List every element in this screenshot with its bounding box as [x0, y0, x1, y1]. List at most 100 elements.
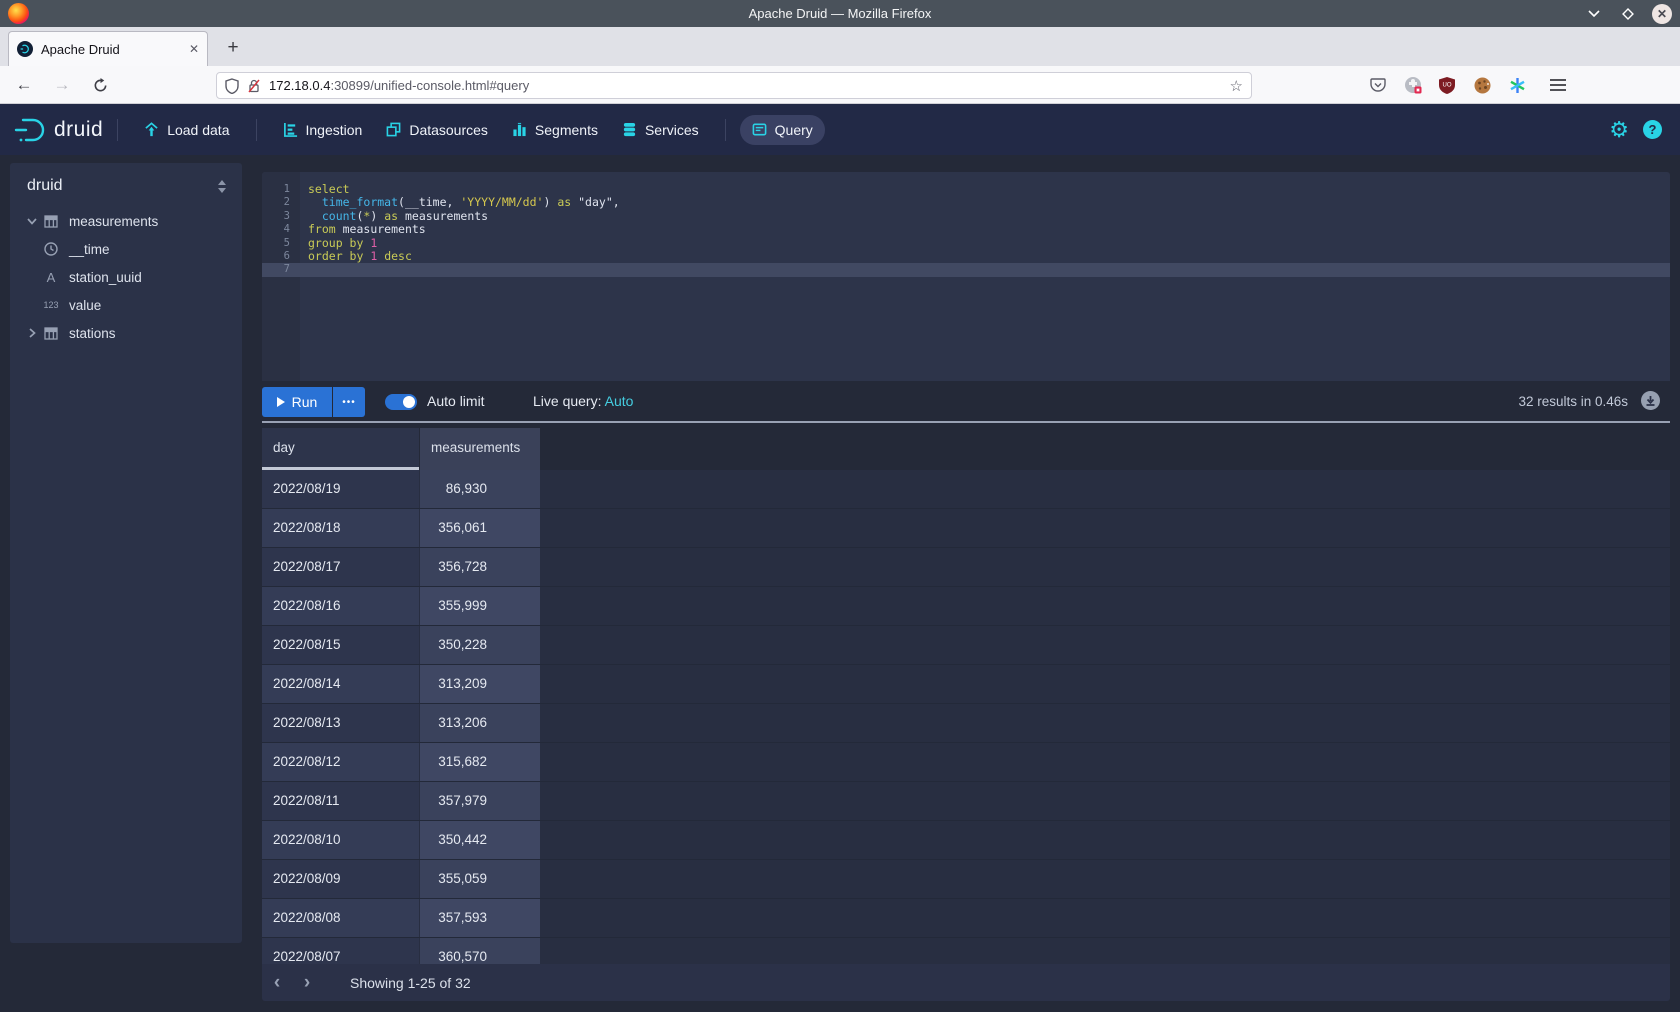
nav-segments[interactable]: Segments — [500, 115, 610, 145]
cell-day[interactable]: 2022/08/12 — [262, 743, 419, 781]
ublock-icon[interactable]: UO — [1433, 71, 1461, 99]
nav-ingestion[interactable]: Ingestion — [271, 115, 375, 145]
cell-measurements[interactable]: 356,728 — [420, 548, 540, 586]
prev-page-icon[interactable]: ‹ — [262, 972, 292, 994]
cell-day[interactable]: 2022/08/18 — [262, 509, 419, 547]
browser-tab[interactable]: Apache Druid ✕ — [8, 31, 208, 66]
cell-day[interactable]: 2022/08/13 — [262, 704, 419, 742]
tree-item-time[interactable]: __time — [10, 235, 242, 263]
url-bar[interactable]: 172.18.0.4:30899/unified-console.html#qu… — [216, 72, 1252, 99]
extension-icon[interactable] — [1399, 71, 1427, 99]
run-button[interactable]: Run — [262, 387, 332, 417]
bookmark-star-icon[interactable]: ☆ — [1230, 77, 1243, 95]
sort-icon[interactable] — [218, 180, 226, 193]
cell-measurements[interactable]: 313,209 — [420, 665, 540, 703]
cell-day[interactable]: 2022/08/17 — [262, 548, 419, 586]
table-row[interactable]: 2022/08/10350,442 — [262, 821, 1670, 860]
table-row[interactable]: 2022/08/17356,728 — [262, 548, 1670, 587]
window-titlebar: Apache Druid — Mozilla Firefox ✕ — [0, 0, 1680, 27]
window-minimize-button[interactable] — [1584, 4, 1604, 24]
shield-icon[interactable] — [225, 78, 239, 94]
tree-item-measurements[interactable]: measurements — [10, 207, 242, 235]
window-close-button[interactable]: ✕ — [1652, 4, 1672, 24]
cell-day[interactable]: 2022/08/14 — [262, 665, 419, 703]
segments-icon — [512, 122, 527, 137]
new-tab-button[interactable]: + — [218, 33, 248, 63]
table-row[interactable]: 2022/08/08357,593 — [262, 899, 1670, 938]
cell-measurements[interactable]: 356,061 — [420, 509, 540, 547]
auto-limit-toggle[interactable] — [385, 394, 417, 410]
cell-day[interactable]: 2022/08/09 — [262, 860, 419, 898]
cell-day[interactable]: 2022/08/11 — [262, 782, 419, 820]
chevron-down-icon[interactable] — [22, 218, 42, 225]
reload-button[interactable] — [86, 66, 114, 104]
code-line: count(*) as measurements — [300, 210, 1670, 223]
table-row[interactable]: 2022/08/18356,061 — [262, 509, 1670, 548]
sql-editor[interactable]: 1234567 select time_format(__time, 'YYYY… — [262, 172, 1670, 381]
druid-header: druid Load data Ingestion Datasources Se… — [0, 104, 1680, 155]
table-row[interactable]: 2022/08/13313,206 — [262, 704, 1670, 743]
cell-measurements[interactable]: 355,999 — [420, 587, 540, 625]
table-row[interactable]: 2022/08/11357,979 — [262, 782, 1670, 821]
cell-measurements[interactable]: 315,682 — [420, 743, 540, 781]
cell-measurements[interactable]: 360,570 — [420, 938, 540, 964]
cookie-icon[interactable] — [1468, 71, 1496, 99]
back-button[interactable]: ← — [10, 66, 38, 104]
cell-day[interactable]: 2022/08/10 — [262, 821, 419, 859]
table-icon — [42, 327, 60, 340]
nav-label: Query — [775, 122, 813, 138]
splitter-divider[interactable] — [262, 421, 1670, 423]
table-row[interactable]: 2022/08/07360,570 — [262, 938, 1670, 964]
pocket-icon[interactable] — [1364, 71, 1392, 99]
column-header-measurements[interactable]: measurements — [420, 428, 540, 470]
cell-day[interactable]: 2022/08/08 — [262, 899, 419, 937]
browser-tabstrip: Apache Druid ✕ + — [0, 27, 1680, 66]
cell-measurements[interactable]: 350,442 — [420, 821, 540, 859]
help-icon[interactable]: ? — [1643, 120, 1662, 139]
tree-item-station-uuid[interactable]: A station_uuid — [10, 263, 242, 291]
run-more-button[interactable]: ••• — [333, 387, 365, 417]
hamburger-menu-icon[interactable] — [1544, 71, 1572, 99]
table-row[interactable]: 2022/08/15350,228 — [262, 626, 1670, 665]
column-header-day[interactable]: day — [262, 428, 419, 470]
druid-brand[interactable]: druid — [14, 117, 103, 143]
editor-code[interactable]: select time_format(__time, 'YYYY/MM/dd')… — [300, 172, 1670, 381]
table-row[interactable]: 2022/08/14313,209 — [262, 665, 1670, 704]
tree-item-value[interactable]: 123 value — [10, 291, 242, 319]
nav-query[interactable]: Query — [740, 115, 825, 145]
colorful-asterisk-icon[interactable] — [1503, 71, 1531, 99]
window-maximize-button[interactable] — [1618, 4, 1638, 24]
table-row[interactable]: 2022/08/16355,999 — [262, 587, 1670, 626]
cell-measurements[interactable]: 86,930 — [420, 470, 540, 508]
cell-day[interactable]: 2022/08/16 — [262, 587, 419, 625]
results-table: 2022/08/1986,9302022/08/18356,0612022/08… — [262, 470, 1670, 964]
cell-measurements[interactable]: 357,593 — [420, 899, 540, 937]
cell-measurements[interactable]: 355,059 — [420, 860, 540, 898]
url-text[interactable]: 172.18.0.4:30899/unified-console.html#qu… — [269, 78, 1222, 93]
nav-load-data[interactable]: Load data — [132, 115, 241, 145]
lock-slash-icon[interactable] — [247, 78, 261, 94]
table-row[interactable]: 2022/08/1986,930 — [262, 470, 1670, 509]
nav-label: Datasources — [409, 122, 488, 138]
services-icon — [622, 122, 637, 137]
nav-services[interactable]: Services — [610, 115, 711, 145]
live-query-value[interactable]: Auto — [605, 393, 634, 409]
cell-measurements[interactable]: 313,206 — [420, 704, 540, 742]
cell-measurements[interactable]: 350,228 — [420, 626, 540, 664]
load-data-icon — [144, 122, 159, 137]
chevron-right-icon[interactable] — [22, 328, 42, 338]
cell-day[interactable]: 2022/08/19 — [262, 470, 419, 508]
tree-label: measurements — [69, 214, 158, 229]
table-row[interactable]: 2022/08/09355,059 — [262, 860, 1670, 899]
download-icon[interactable] — [1641, 391, 1660, 410]
cell-day[interactable]: 2022/08/07 — [262, 938, 419, 964]
tree-item-stations[interactable]: stations — [10, 319, 242, 347]
forward-button[interactable]: → — [48, 66, 76, 104]
gear-icon[interactable]: ⚙ — [1609, 119, 1629, 141]
tab-close-icon[interactable]: ✕ — [189, 42, 199, 56]
nav-datasources[interactable]: Datasources — [374, 115, 500, 145]
next-page-icon[interactable]: › — [292, 972, 322, 994]
table-row[interactable]: 2022/08/12315,682 — [262, 743, 1670, 782]
cell-day[interactable]: 2022/08/15 — [262, 626, 419, 664]
cell-measurements[interactable]: 357,979 — [420, 782, 540, 820]
